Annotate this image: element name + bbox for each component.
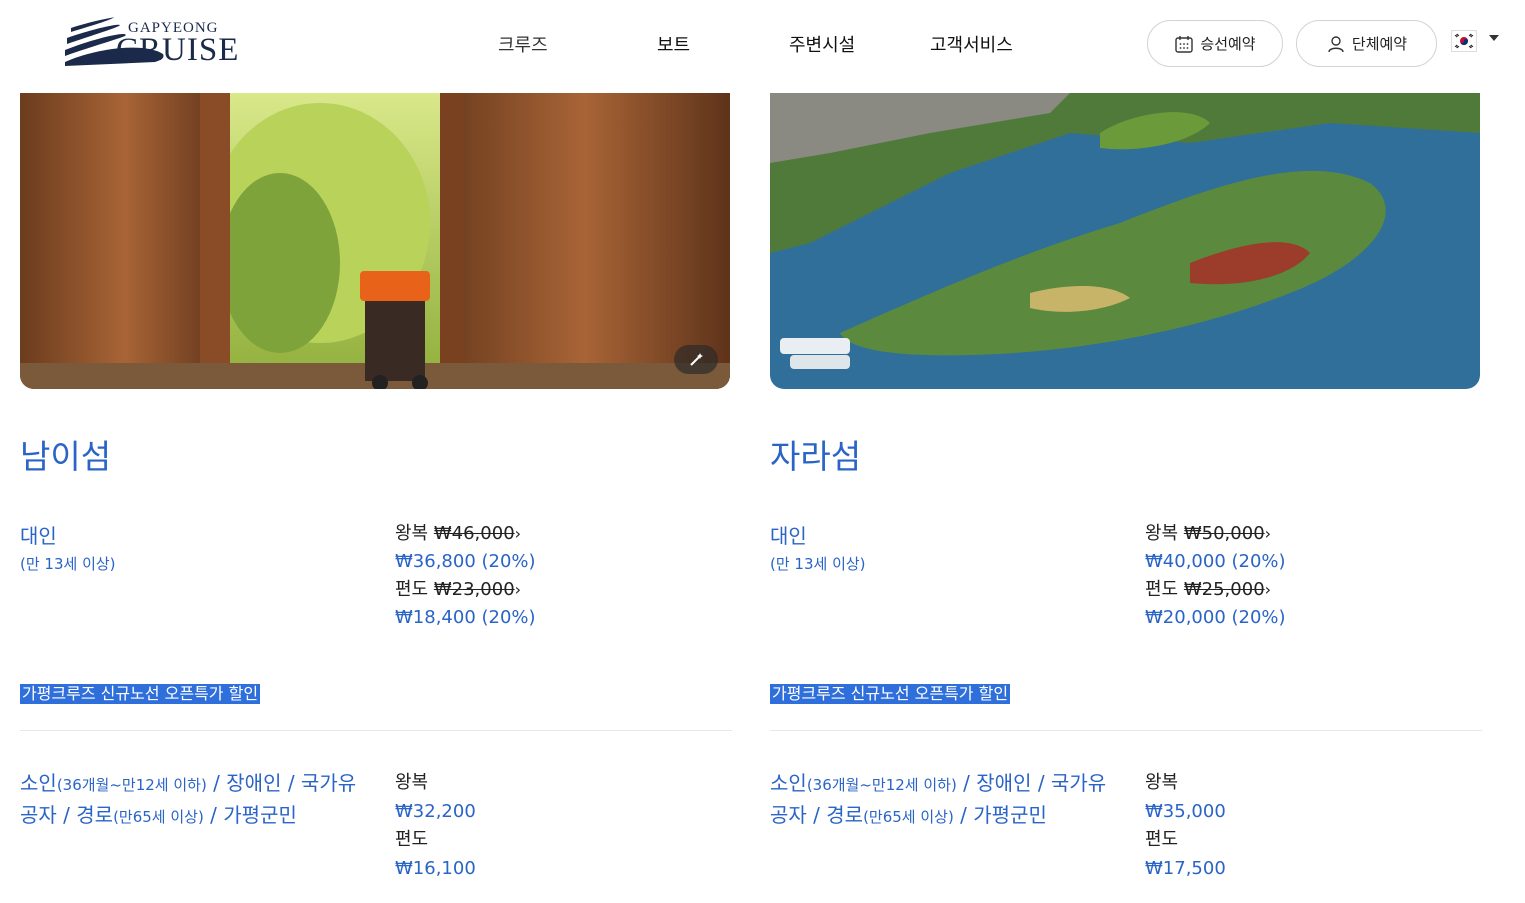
round-sale-price: ₩40,000 (20%) (1145, 551, 1286, 572)
adult-age-note: (만 13세 이상) (770, 555, 866, 573)
discount-prices-jara: 왕복 ₩35,000 편도 ₩17,500 (1145, 769, 1226, 883)
group-booking-label: 단체예약 (1351, 35, 1408, 53)
oneway-original-price: ₩23,000 (433, 579, 515, 600)
language-dropdown-caret-icon[interactable] (1489, 35, 1499, 41)
jara-island-image[interactable] (770, 93, 1480, 389)
round-sale-price: ₩36,800 (20%) (395, 551, 536, 572)
discount-oneway-price: ₩17,500 (1145, 857, 1226, 879)
promo-label: 가평크루즈 신규노선 오픈특가 할인 (770, 684, 1011, 704)
one-way-row[interactable]: 편도 ₩25,000› (1145, 576, 1286, 604)
discount-round-price: ₩32,200 (395, 800, 476, 822)
chevron-right-icon: › (514, 524, 522, 543)
divider (20, 730, 732, 731)
discount-round-price: ₩35,000 (1145, 800, 1226, 822)
adult-prices-jara: 왕복 ₩50,000› ₩40,000 (20%) 편도 ₩25,000› ₩2… (1145, 520, 1286, 632)
nav-customer-service[interactable]: 고객서비스 (930, 31, 1013, 57)
discount-categories: 소인(36개월~만12세 이하) / 장애인 / 국가유공자 / 경로(만65세… (20, 771, 357, 827)
chevron-right-icon: › (1264, 524, 1272, 543)
logo[interactable]: GAPYEONG CRUISE (0, 0, 240, 80)
card-title-nami: 남이섬 (20, 437, 112, 476)
divider (770, 730, 1482, 731)
discount-categories: 소인(36개월~만12세 이하) / 장애인 / 국가유공자 / 경로(만65세… (770, 771, 1107, 827)
discount-prices-nami: 왕복 ₩32,200 편도 ₩16,100 (395, 769, 476, 883)
adult-prices-nami: 왕복 ₩46,000› ₩36,800 (20%) 편도 ₩23,000› ₩1… (395, 520, 536, 632)
group-booking-button[interactable]: 단체예약 (1296, 20, 1437, 67)
card-title-jara: 자라섬 (770, 437, 862, 476)
oneway-sale-price: ₩18,400 (20%) (395, 607, 536, 628)
nami-island-image[interactable] (20, 93, 730, 389)
adult-label: 대인 (770, 524, 807, 548)
nav-facilities[interactable]: 주변시설 (789, 31, 855, 57)
chevron-right-icon: › (1264, 580, 1272, 599)
chevron-right-icon: › (514, 580, 522, 599)
adult-age-note: (만 13세 이상) (20, 555, 116, 573)
round-original-price: ₩50,000 (1183, 523, 1265, 544)
user-icon (1328, 35, 1344, 52)
booking-button-label: 승선예약 (1200, 35, 1256, 53)
discount-oneway-price: ₩16,100 (395, 857, 476, 879)
round-trip-row[interactable]: 왕복 ₩50,000› (1145, 520, 1286, 548)
promo-label: 가평크루즈 신규노선 오픈특가 할인 (20, 684, 261, 704)
round-original-price: ₩46,000 (433, 523, 515, 544)
nav-cruise[interactable]: 크루즈 (498, 31, 548, 57)
site-header: GAPYEONG CRUISE 크루즈 보트 주변시설 고객서비스 승선예약 단… (0, 0, 1525, 90)
logo-title: CRUISE (116, 32, 240, 68)
korea-flag-icon[interactable] (1451, 30, 1477, 52)
calendar-icon (1175, 35, 1194, 53)
magic-wand-icon[interactable] (674, 345, 718, 374)
adult-label: 대인 (20, 524, 57, 548)
one-way-row[interactable]: 편도 ₩23,000› (395, 576, 536, 604)
nav-boat[interactable]: 보트 (657, 31, 690, 57)
booking-button[interactable]: 승선예약 (1147, 20, 1283, 67)
oneway-sale-price: ₩20,000 (20%) (1145, 607, 1286, 628)
oneway-original-price: ₩25,000 (1183, 579, 1265, 600)
round-trip-row[interactable]: 왕복 ₩46,000› (395, 520, 536, 548)
